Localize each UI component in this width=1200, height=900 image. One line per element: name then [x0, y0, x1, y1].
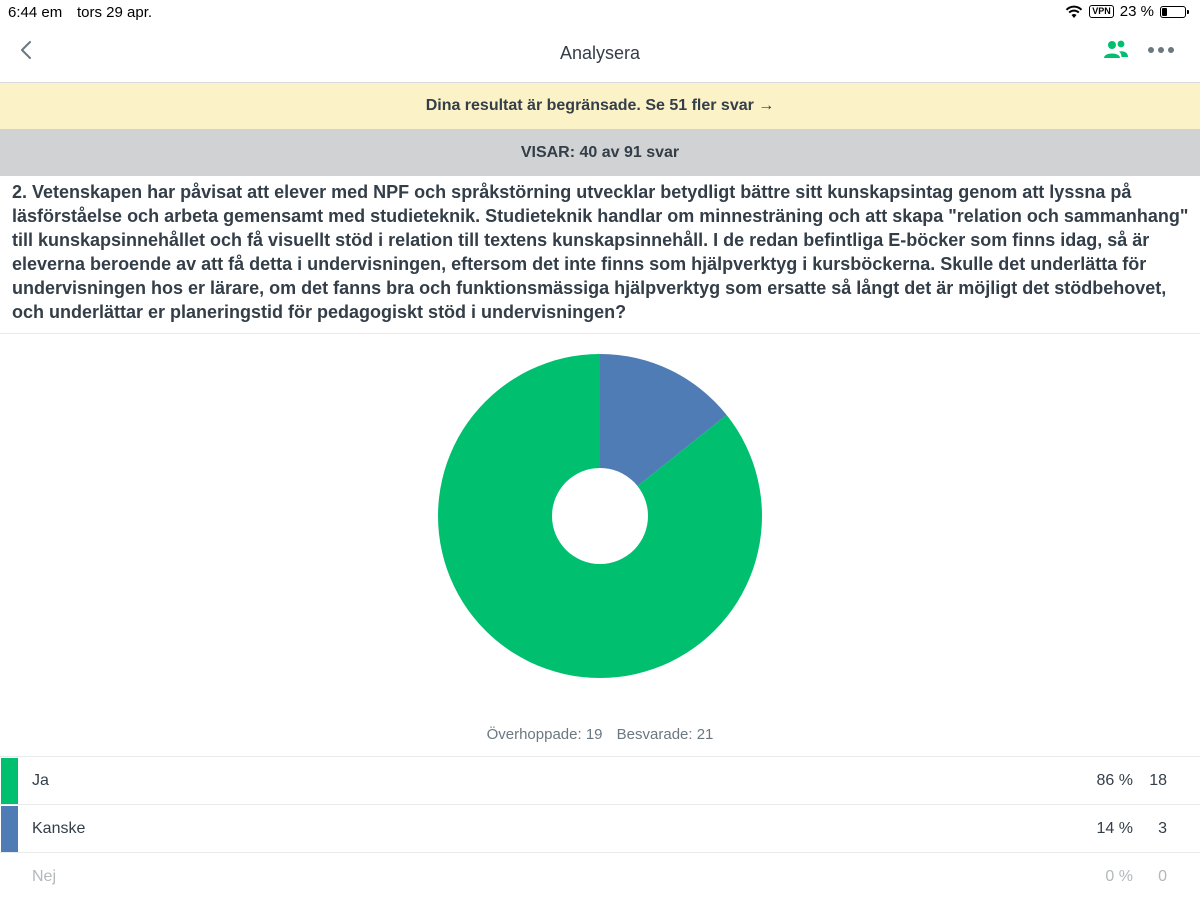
- answer-row-ja: Ja 86 % 18: [0, 756, 1200, 804]
- showing-count-bar: VISAR: 40 av 91 svar: [0, 129, 1200, 176]
- answer-list: Ja 86 % 18 Kanske 14 % 3 Nej 0 % 0: [0, 756, 1200, 900]
- answer-row-nej: Nej 0 % 0: [0, 852, 1200, 900]
- legend-swatch-kanske: [1, 806, 18, 852]
- status-time: 6:44 em: [8, 4, 63, 21]
- answer-count: 3: [1158, 820, 1167, 837]
- answer-label: Nej: [32, 868, 57, 885]
- vpn-badge: VPN: [1089, 5, 1114, 18]
- limited-results-banner[interactable]: Dina resultat är begränsade. Se 51 fler …: [0, 83, 1200, 129]
- status-bar: 6:44 em tors 29 apr. VPN 23 %: [0, 0, 1200, 26]
- battery-icon: [1160, 5, 1189, 18]
- divider: [0, 333, 1200, 334]
- nav-bar: Analysera: [0, 26, 1200, 83]
- more-icon[interactable]: [1146, 40, 1176, 60]
- status-indicators: VPN 23 %: [1065, 3, 1189, 20]
- question-text: 2. Vetenskapen har påvisat att elever me…: [12, 182, 1189, 322]
- answer-label: Ja: [32, 772, 49, 789]
- answer-label: Kanske: [32, 820, 86, 837]
- donut-hole: [552, 468, 648, 564]
- answer-count: 18: [1149, 772, 1167, 789]
- response-stats: Överhoppade: 19 Besvarade: 21: [0, 726, 1200, 743]
- answer-percent: 86 %: [1096, 772, 1133, 789]
- answer-percent: 14 %: [1096, 820, 1133, 837]
- users-icon[interactable]: [1102, 38, 1130, 62]
- answer-count: 0: [1158, 868, 1167, 885]
- answer-percent: 0 %: [1105, 868, 1133, 885]
- skipped-count: Överhoppade: 19: [486, 726, 603, 743]
- answered-count: Besvarade: 21: [616, 726, 714, 743]
- page-title: Analysera: [559, 43, 641, 63]
- wifi-icon: [1066, 5, 1083, 18]
- answer-row-kanske: Kanske 14 % 3: [0, 804, 1200, 852]
- battery-percent: 23 %: [1119, 3, 1154, 20]
- status-date: tors 29 apr.: [77, 4, 153, 21]
- legend-swatch-ja: [1, 758, 18, 804]
- donut-chart: [438, 354, 762, 678]
